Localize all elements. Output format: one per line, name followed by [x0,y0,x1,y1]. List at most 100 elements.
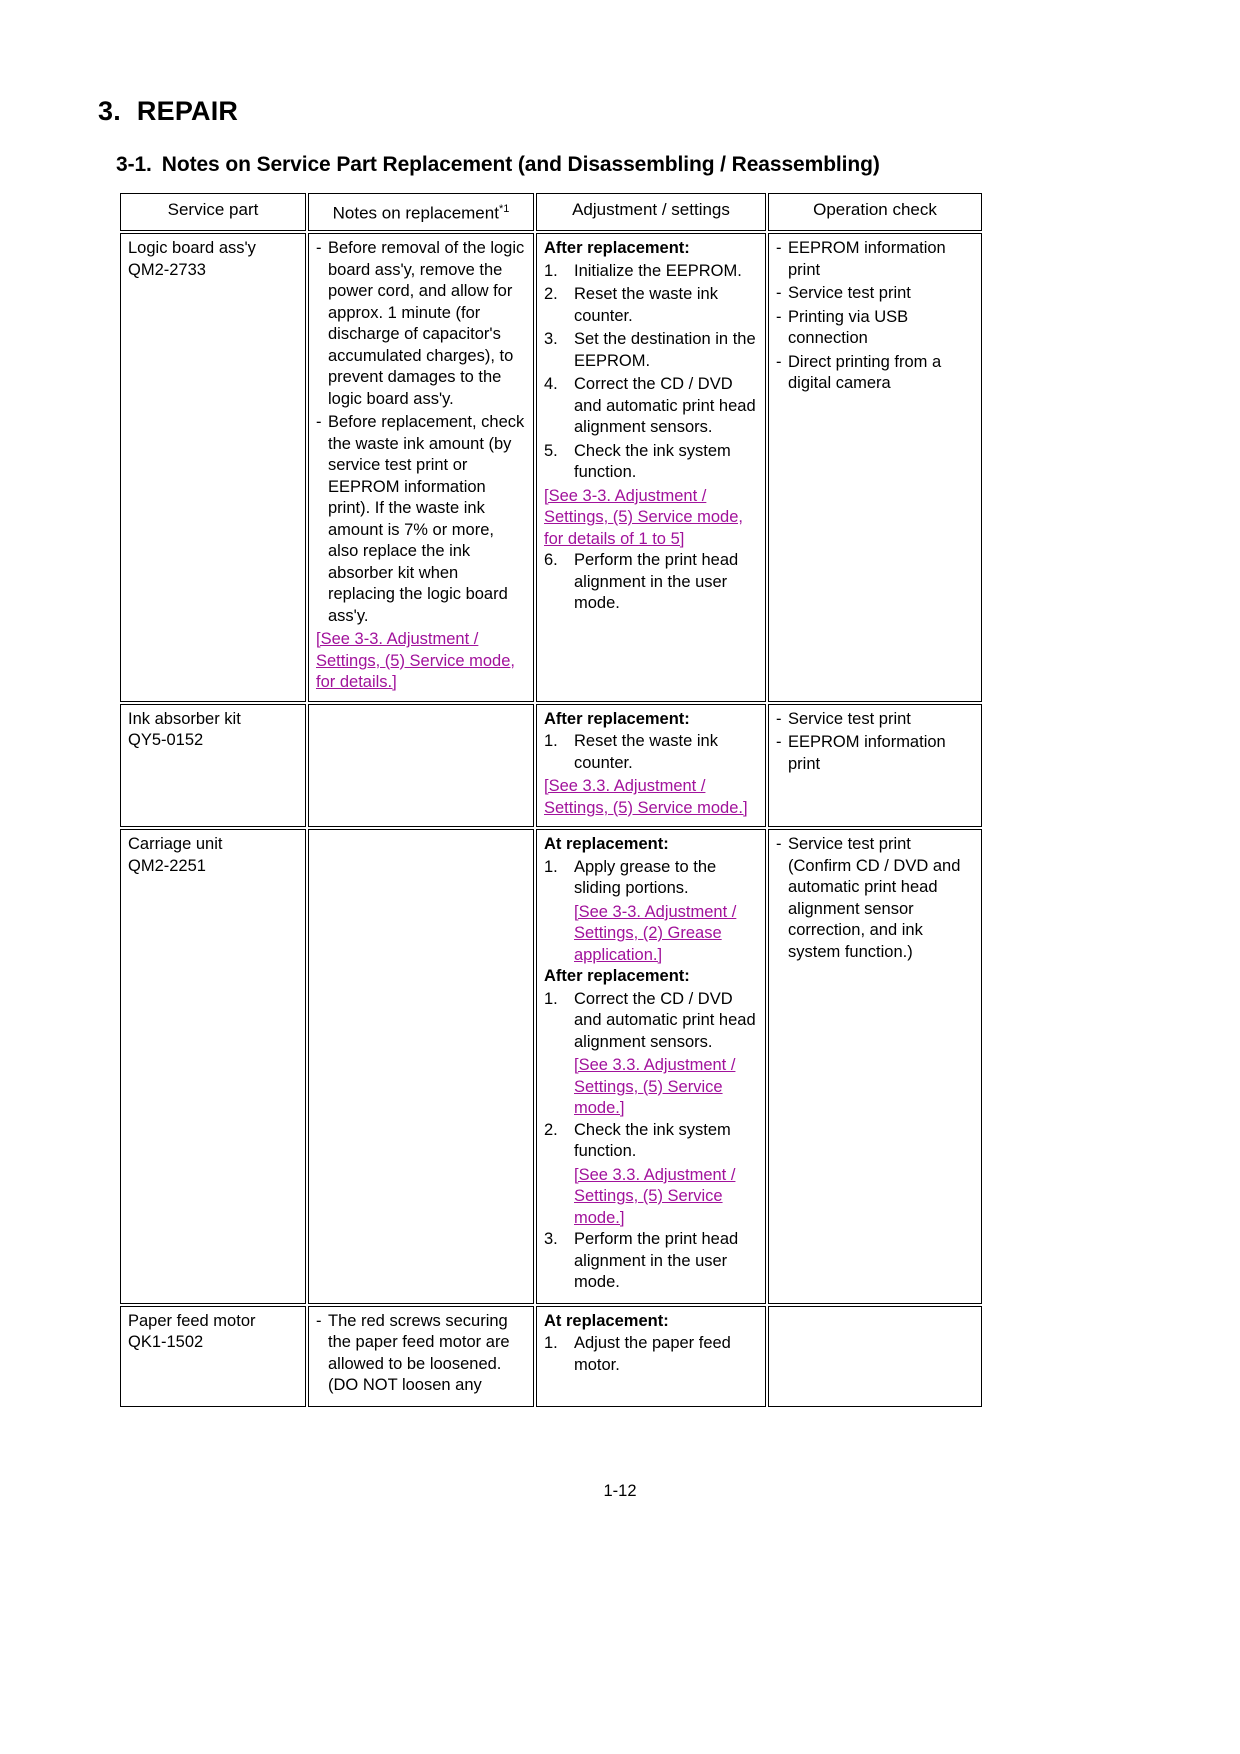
list-item: Before removal of the logic board ass'y,… [316,238,527,410]
step-text: Initialize the EEPROM. [574,261,742,280]
step-text: Check the ink system function. [574,1120,731,1161]
part-number: QK1-1502 [128,1333,204,1352]
cell-notes: Before removal of the logic board ass'y,… [308,233,534,702]
cross-reference-link[interactable]: [See 3.3. Adjustment / Settings, (5) Ser… [574,1055,759,1120]
step-text: Adjust the paper feed motor. [574,1334,731,1374]
notes-list: The red screws securing the paper feed m… [316,1311,527,1397]
section-heading: 3-1. Notes on Service Part Replacement (a… [116,153,880,177]
chapter-number: 3. [98,96,121,126]
operation-check-list: Service test print EEPROM information pr… [776,709,975,776]
page-number: 1-12 [603,1482,637,1500]
list-item: 2. Check the ink system function. [544,1120,759,1163]
step-text: Perform the print head alignment in the … [574,1230,739,1292]
part-name: Ink absorber kit [128,709,241,728]
part-name: Carriage unit [128,835,223,854]
list-item: Direct printing from a digital camera [776,352,975,395]
cell-notes [308,829,534,1304]
step-number: 1. [544,732,558,751]
adjustment-heading: After replacement: [544,709,690,728]
step-number: 1. [544,1334,558,1353]
step-text: Reset the waste ink counter. [574,285,718,325]
list-item: The red screws securing the paper feed m… [316,1311,527,1397]
service-part-table-wrapper: Service part Notes on replacement*1 Adju… [118,191,982,1409]
section-title-text: Notes on Service Part Replacement (and D… [161,153,880,176]
cross-reference-link[interactable]: [See 3-3. Adjustment / Settings, (5) Ser… [544,486,759,551]
manual-page: 3. REPAIR 3-1. Notes on Service Part Repla… [0,0,1240,1754]
cell-service-part: Carriage unit QM2-2251 [120,829,306,1304]
adjustment-steps-at-replacement: 1. Apply grease to the sliding portions. [544,857,759,900]
cell-operation-check [768,1305,982,1407]
table-row: Carriage unit QM2-2251 At replacement: 1… [120,829,982,1304]
step-number: 1. [544,261,558,280]
list-item: 6. Perform the print head alignment in th… [544,550,759,615]
step-number: 6. [544,551,558,570]
cross-reference-link[interactable]: [See 3-3. Adjustment / Settings, (5) Ser… [316,629,527,694]
part-name: Paper feed motor [128,1311,256,1330]
step-number: 1. [544,989,558,1008]
list-item: 1. Apply grease to the sliding portions. [544,857,759,900]
list-item: Service test print [776,283,975,305]
step-number: 3. [544,1230,558,1249]
cell-adjustment: After replacement: 1. Reset the waste ink… [536,703,766,828]
list-item: 1. Reset the waste ink counter. [544,731,759,774]
service-part-table: Service part Notes on replacement*1 Adju… [118,191,984,1409]
header-service-part: Service part [120,193,306,232]
table-row: Paper feed motor QK1-1502 The red screws… [120,1305,982,1407]
cross-reference-link[interactable]: [See 3.3. Adjustment / Settings, (5) Ser… [544,776,759,819]
header-notes-label: Notes on replacement [332,203,499,223]
cell-service-part: Paper feed motor QK1-1502 [120,1305,306,1407]
list-item: 2. Reset the waste ink counter. [544,284,759,327]
adjustment-heading: After replacement: [544,239,690,258]
cell-notes: The red screws securing the paper feed m… [308,1305,534,1407]
step-text: Perform the print head alignment in the … [574,551,739,613]
step-number: 3. [544,330,558,349]
cell-operation-check: Service test print (Confirm CD / DVD and… [768,829,982,1304]
list-item: Before replacement, check the waste ink … [316,412,527,627]
cell-operation-check: EEPROM information print Service test pr… [768,233,982,702]
cell-adjustment: At replacement: 1. Apply grease to the sl… [536,829,766,1304]
adjustment-steps-after-replacement: 1. Correct the CD / DVD and automatic pri… [544,989,759,1054]
part-number: QM2-2251 [128,856,206,875]
cross-reference-link[interactable]: [See 3.3. Adjustment / Settings, (5) Ser… [574,1165,759,1230]
list-item: Service test print (Confirm CD / DVD and… [776,834,975,963]
list-item: 5. Check the ink system function. [544,441,759,484]
adjustment-heading: At replacement: [544,1311,669,1330]
adjustment-steps: 1. Initialize the EEPROM. 2. Reset the was… [544,261,759,484]
notes-list: Before removal of the logic board ass'y,… [316,238,527,627]
adjustment-steps-after-replacement-2: 2. Check the ink system function. [544,1120,759,1163]
adjustment-heading-after-replacement: After replacement: [544,967,690,986]
chapter-heading: 3. REPAIR [98,96,238,127]
list-item: EEPROM information print [776,732,975,775]
step-number: 4. [544,375,558,394]
table-header-row: Service part Notes on replacement*1 Adju… [120,193,982,232]
step-number: 2. [544,1120,558,1139]
step-text: Set the destination in the EEPROM. [574,330,756,370]
list-item: 3. Set the destination in the EEPROM. [544,329,759,372]
step-text: Correct the CD / DVD and automatic print… [574,989,756,1051]
part-number: QM2-2733 [128,260,206,279]
list-item: EEPROM information print [776,238,975,281]
cell-service-part: Logic board ass'y QM2-2733 [120,233,306,702]
operation-check-list: Service test print (Confirm CD / DVD and… [776,834,975,963]
step-text: Reset the waste ink counter. [574,732,718,772]
list-item: 1. Initialize the EEPROM. [544,261,759,283]
table-row: Ink absorber kit QY5-0152 After replacem… [120,703,982,828]
step-number: 2. [544,285,558,304]
page-footer: 1-12 [0,1482,1240,1501]
list-item: 1. Correct the CD / DVD and automatic pri… [544,989,759,1054]
header-notes-on-replacement: Notes on replacement*1 [308,193,534,232]
part-name: Logic board ass'y [128,239,256,258]
chapter-title-text: REPAIR [136,96,239,126]
cell-service-part: Ink absorber kit QY5-0152 [120,703,306,828]
cell-adjustment: After replacement: 1. Initialize the EEPR… [536,233,766,702]
operation-check-list: EEPROM information print Service test pr… [776,238,975,395]
part-number: QY5-0152 [128,731,204,750]
list-item: 4. Correct the CD / DVD and automatic pri… [544,374,759,439]
cell-adjustment: At replacement: 1. Adjust the paper feed … [536,1305,766,1407]
step-number: 5. [544,441,558,460]
cell-notes [308,703,534,828]
section-number: 3-1. [116,153,152,176]
step-text: Correct the CD / DVD and automatic print… [574,375,756,437]
adjustment-steps: 1. Reset the waste ink counter. [544,731,759,774]
cross-reference-link[interactable]: [See 3-3. Adjustment / Settings, (2) Gre… [574,902,759,967]
